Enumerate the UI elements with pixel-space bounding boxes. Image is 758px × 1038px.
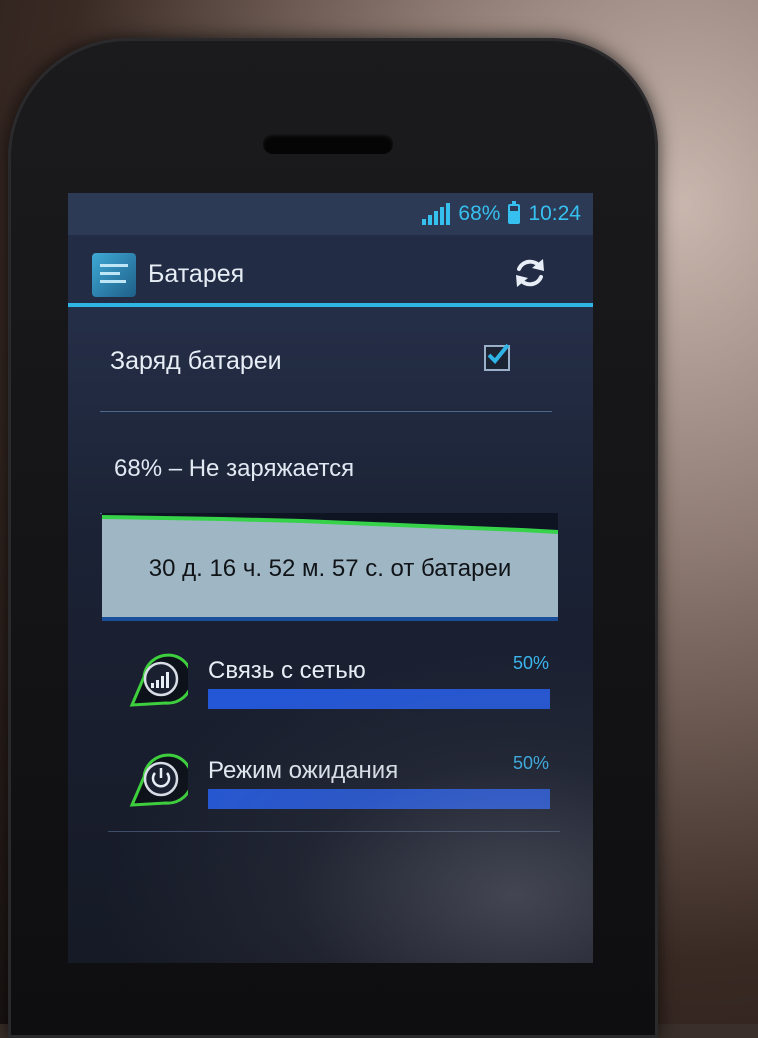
battery-settings-icon[interactable] xyxy=(92,253,136,297)
usage-percent: 50% xyxy=(512,753,549,773)
usage-label: Связь с сетью xyxy=(208,657,366,684)
battery-history-graph[interactable]: 30 д. 16 ч. 52 м. 57 с. от батареи xyxy=(101,513,559,617)
usage-bar-track xyxy=(208,689,550,709)
battery-icon xyxy=(508,201,521,224)
power-icon xyxy=(129,753,188,807)
app-icon-line xyxy=(100,280,126,283)
battery-charge-label: Заряд батареи xyxy=(110,347,282,375)
status-bar: 68% 10:24 xyxy=(68,193,593,235)
app-icon-line xyxy=(100,272,120,275)
battery-time-caption: 30 д. 16 ч. 52 м. 57 с. от батареи xyxy=(148,555,512,582)
usage-bar-track xyxy=(208,789,550,809)
graph-time-axis xyxy=(102,617,558,621)
usage-label: Режим ожидания xyxy=(208,757,399,784)
battery-percent-text: 68% xyxy=(458,202,501,225)
battery-charge-row[interactable]: Заряд батареи xyxy=(68,307,593,411)
battery-status-text: 68% – Не заряжается xyxy=(114,455,355,482)
battery-charge-checkbox[interactable] xyxy=(484,343,510,371)
divider xyxy=(100,411,552,412)
signal-strength-icon xyxy=(422,203,451,225)
usage-bar-fill xyxy=(208,689,550,709)
usage-bar-fill xyxy=(208,789,550,809)
checkmark-icon xyxy=(487,343,510,364)
usage-percent: 50% xyxy=(512,653,549,673)
phone-screen: 68% 10:24 Батарея Заряд батареи 68% – Не… xyxy=(68,193,593,963)
earpiece-speaker xyxy=(263,134,393,154)
app-icon-line xyxy=(100,264,128,267)
page-title: Батарея xyxy=(148,260,245,288)
action-bar: Батарея xyxy=(68,235,593,307)
divider xyxy=(108,831,560,832)
battery-level-fill xyxy=(510,211,519,222)
refresh-icon[interactable] xyxy=(510,253,550,293)
clock: 10:24 xyxy=(528,202,581,225)
usage-item-standby[interactable]: Режим ожидания 50% xyxy=(68,745,593,845)
usage-item-network[interactable]: Связь с сетью 50% xyxy=(68,645,593,745)
cell-signal-icon xyxy=(129,653,188,707)
